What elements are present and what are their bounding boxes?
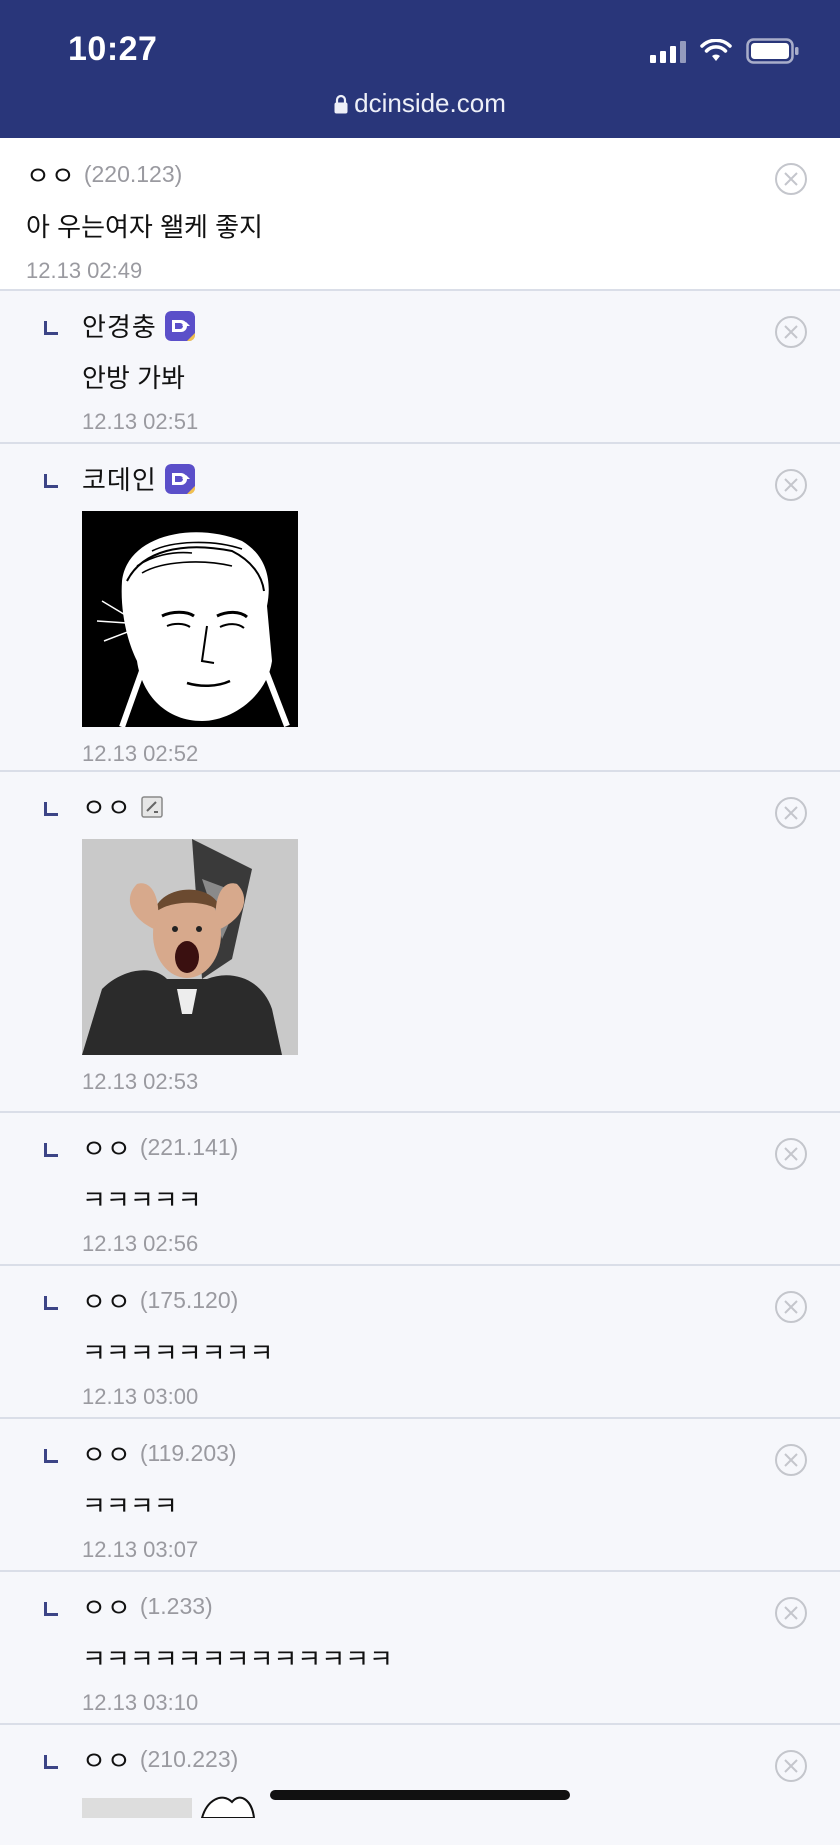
comment-date: 12.13 03:00 (82, 1384, 199, 1409)
delete-comment-icon[interactable] (774, 1596, 808, 1630)
delete-comment-icon[interactable] (774, 1290, 808, 1324)
comment-nickname[interactable]: ㅇㅇ (82, 1282, 132, 1319)
reply-item: ㅇㅇ (210.223) (0, 1725, 840, 1845)
comment-text: ㅋㅋㅋㅋㅋㅋㅋㅋㅋㅋㅋㅋㅋ (82, 1644, 393, 1674)
comment-item: ㅇㅇ (220.123) 아 우는여자 왤케 좋지 12.13 02:49 (0, 138, 840, 291)
comment-ip: (119.203) (139, 1440, 237, 1466)
gallery-manager-badge-icon (164, 310, 195, 341)
comment-ip: (1.233) (139, 1593, 213, 1619)
comment-list: ㅇㅇ (220.123) 아 우는여자 왤케 좋지 12.13 02:49 안경… (0, 138, 840, 1845)
reply-item: ㅇㅇ 12.13 02:53 (0, 772, 840, 1113)
gallery-manager-badge-icon (164, 463, 195, 494)
url-text: dcinside.com (354, 88, 506, 118)
delete-comment-icon[interactable] (774, 468, 808, 502)
battery-icon (746, 38, 800, 64)
status-time: 10:27 (68, 30, 158, 68)
home-indicator[interactable] (270, 1790, 570, 1800)
delete-comment-icon[interactable] (774, 1443, 808, 1477)
comment-date: 12.13 02:52 (82, 741, 199, 766)
comment-text: ㅋㅋㅋㅋㅋ (82, 1185, 202, 1215)
cellular-signal-icon (650, 39, 686, 63)
lock-icon (334, 90, 348, 121)
reply-item: 코데인 12.13 02:52 (0, 444, 840, 772)
comment-nickname[interactable]: 코데인 (82, 460, 157, 497)
comment-nickname[interactable]: ㅇㅇ (82, 1435, 132, 1472)
comment-nickname[interactable]: ㅇㅇ (82, 1588, 132, 1625)
comment-text: ㅋㅋㅋㅋㅋㅋㅋㅋ (82, 1338, 274, 1368)
surprised-man-gif[interactable] (82, 839, 298, 1055)
reply-arrow-icon (44, 321, 58, 335)
reply-arrow-icon (44, 1755, 58, 1769)
reply-arrow-icon (44, 1143, 58, 1157)
status-bar: 10:27 dcinside.com (0, 0, 840, 138)
delete-comment-icon[interactable] (774, 1137, 808, 1171)
reply-item: ㅇㅇ (119.203) ㅋㅋㅋㅋ 12.13 03:07 (0, 1419, 840, 1572)
comment-ip: (221.141) (139, 1134, 239, 1160)
comment-nickname[interactable]: ㅇㅇ (82, 1741, 132, 1778)
delete-comment-icon[interactable] (774, 796, 808, 830)
reply-item: 안경충 안방 가봐 12.13 02:51 (0, 291, 840, 444)
reply-arrow-icon (44, 802, 58, 816)
manga-face-sticker[interactable] (82, 511, 298, 727)
reply-item: ㅇㅇ (221.141) ㅋㅋㅋㅋㅋ 12.13 02:56 (0, 1113, 840, 1266)
comment-date: 12.13 02:56 (82, 1231, 199, 1256)
reply-arrow-icon (44, 1449, 58, 1463)
delete-comment-icon[interactable] (774, 1749, 808, 1783)
comment-ip: (210.223) (139, 1746, 239, 1772)
comment-date: 12.13 03:10 (82, 1690, 199, 1715)
comment-nickname[interactable]: ㅇㅇ (26, 156, 76, 193)
reply-arrow-icon (44, 474, 58, 488)
comment-date: 12.13 02:53 (82, 1069, 199, 1094)
delete-comment-icon[interactable] (774, 162, 808, 196)
reply-item: ㅇㅇ (175.120) ㅋㅋㅋㅋㅋㅋㅋㅋ 12.13 03:00 (0, 1266, 840, 1419)
address-bar[interactable]: dcinside.com (0, 88, 840, 121)
comment-ip: (220.123) (83, 161, 183, 187)
reply-arrow-icon (44, 1602, 58, 1616)
delete-comment-icon[interactable] (774, 315, 808, 349)
comment-text: 아 우는여자 왤케 좋지 (26, 212, 263, 242)
comment-nickname[interactable]: ㅇㅇ (82, 788, 132, 825)
comment-date: 12.13 03:07 (82, 1537, 199, 1562)
comment-nickname[interactable]: ㅇㅇ (82, 1129, 132, 1166)
status-icons (650, 38, 800, 64)
partial-sticker-image[interactable] (82, 1788, 282, 1818)
reply-arrow-icon (44, 1296, 58, 1310)
comment-text: 안방 가봐 (82, 363, 185, 393)
wifi-icon (700, 39, 732, 63)
comment-text: ㅋㅋㅋㅋ (82, 1491, 178, 1521)
reply-item: ㅇㅇ (1.233) ㅋㅋㅋㅋㅋㅋㅋㅋㅋㅋㅋㅋㅋ 12.13 03:10 (0, 1572, 840, 1725)
comment-date: 12.13 02:49 (26, 258, 143, 283)
memo-icon (141, 795, 163, 818)
comment-date: 12.13 02:51 (82, 409, 199, 434)
comment-nickname[interactable]: 안경충 (82, 307, 157, 344)
comment-ip: (175.120) (139, 1287, 239, 1313)
